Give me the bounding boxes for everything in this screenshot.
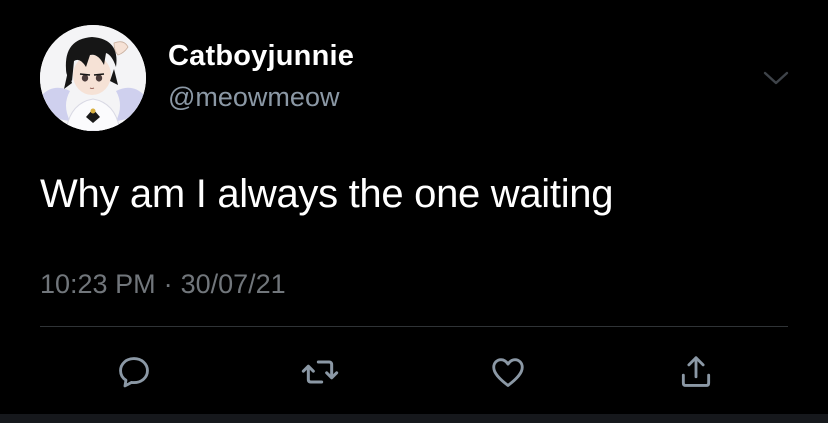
- retweet-button[interactable]: [298, 350, 342, 394]
- heart-icon: [492, 358, 524, 387]
- tweet-card: Catboyjunnie @meowmeow Why am I always t…: [0, 0, 828, 414]
- share-button[interactable]: [674, 350, 718, 394]
- tweet-text: Why am I always the one waiting: [40, 172, 614, 216]
- tweet-date[interactable]: 30/07/21: [181, 269, 286, 299]
- avatar[interactable]: [40, 25, 146, 131]
- display-name[interactable]: Catboyjunnie: [168, 40, 354, 73]
- profile-avatar-icon: [40, 25, 146, 131]
- chevron-down-icon[interactable]: [760, 62, 792, 94]
- timestamp-separator: ·: [163, 269, 173, 299]
- retweet-arrows-icon: [301, 360, 339, 384]
- comment-bubble-icon: [119, 357, 149, 388]
- share-upload-icon: [681, 356, 711, 387]
- tweet-time[interactable]: 10:23 PM: [40, 269, 156, 299]
- bottom-strip: [0, 414, 828, 423]
- like-button[interactable]: [486, 350, 530, 394]
- user-handle[interactable]: @meowmeow: [168, 82, 339, 113]
- reply-button[interactable]: [112, 350, 156, 394]
- divider: [40, 326, 788, 327]
- tweet-timestamp[interactable]: 10:23 PM · 30/07/21: [40, 269, 286, 300]
